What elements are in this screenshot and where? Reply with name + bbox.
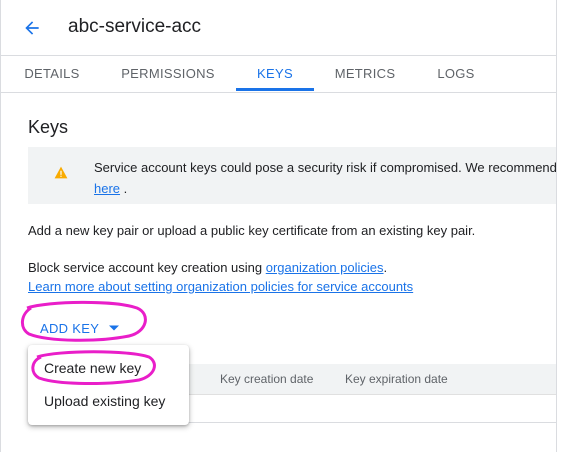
arrow-back-icon [25, 21, 39, 35]
warning-suffix: . [120, 181, 128, 196]
warning-here-link[interactable]: here [94, 181, 120, 196]
col-key-expiration-date: Key expiration date [345, 372, 448, 386]
block-creation-line: Block service account key creation using… [28, 260, 387, 275]
warning-text-block: Service account keys could pose a securi… [94, 157, 557, 199]
panel-right-border [556, 0, 557, 452]
page-title: abc-service-acc [68, 16, 202, 37]
tab-bar: DETAILS PERMISSIONS KEYS METRICS LOGS [0, 55, 556, 93]
keys-description: Add a new key pair or upload a public ke… [28, 223, 476, 238]
learn-more-line: Learn more about setting organization po… [28, 279, 413, 294]
tab-keys[interactable]: KEYS [236, 56, 314, 92]
col-key-creation-date: Key creation date [220, 372, 314, 386]
organization-policies-link[interactable]: organization policies [266, 260, 384, 275]
warning-text: Service account keys could pose a securi… [94, 160, 557, 175]
back-button[interactable] [18, 14, 46, 42]
add-key-highlight-annotation [21, 300, 147, 342]
tab-permissions[interactable]: PERMISSIONS [116, 56, 220, 92]
warning-icon [54, 166, 68, 179]
section-title: Keys [28, 117, 69, 137]
tab-metrics[interactable]: METRICS [330, 56, 400, 92]
tab-details[interactable]: DETAILS [16, 56, 88, 92]
block-text: Block service account key creation using [28, 260, 266, 275]
menu-item-create-new-key[interactable]: Create new key [28, 352, 189, 384]
active-tab-indicator [236, 88, 314, 91]
block-suffix: . [383, 260, 388, 275]
tab-logs[interactable]: LOGS [424, 56, 488, 92]
page-header: abc-service-acc [0, 0, 556, 55]
menu-item-upload-existing-key[interactable]: Upload existing key [28, 385, 189, 417]
warning-banner: Service account keys could pose a securi… [28, 147, 557, 204]
add-key-menu: Create new key Upload existing key [28, 345, 189, 425]
learn-more-link[interactable]: Learn more about setting organization po… [28, 279, 413, 294]
